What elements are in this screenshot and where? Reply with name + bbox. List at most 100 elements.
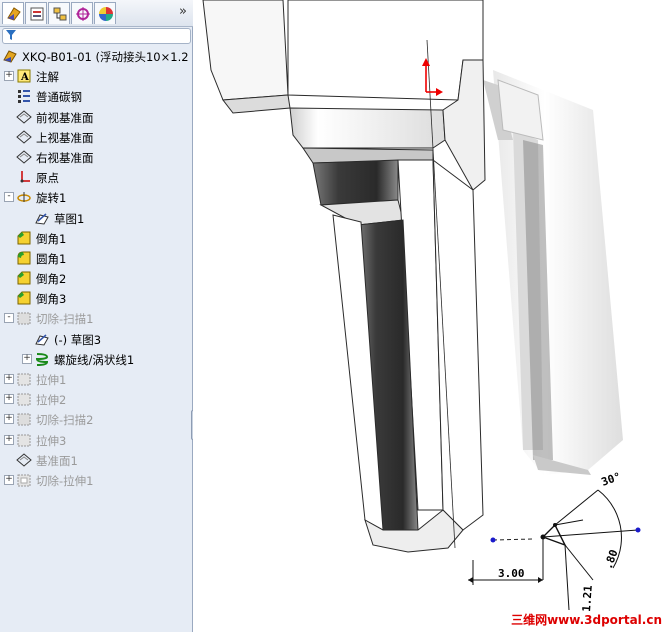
tree-item-label: 前视基准面 xyxy=(36,110,94,125)
tree-item[interactable]: 上视基准面 xyxy=(0,127,192,147)
tree-item[interactable]: - 切除-扫描1 xyxy=(0,308,192,328)
feature-manager-panel: » XKQ-B01-01 (浮动接头10×1.2 + A 注解普通碳钢前视基准面上视基… xyxy=(0,0,201,632)
property-manager-icon xyxy=(30,7,44,21)
chamfer-icon xyxy=(16,270,32,286)
dimension-3-00[interactable]: 3.00 xyxy=(498,567,525,580)
sketch-dimensions: 3.00 1.21 30° .80 xyxy=(468,470,641,612)
annotations-icon: A xyxy=(16,68,32,84)
plane-icon xyxy=(16,149,32,165)
cut-sweep-icon xyxy=(16,310,32,326)
more-tabs-button[interactable]: » xyxy=(179,4,187,19)
tree-item-label: 注解 xyxy=(36,70,59,85)
tree-item-label: 圆角1 xyxy=(36,251,67,266)
dimension-1-21[interactable]: 1.21 xyxy=(580,585,595,613)
expand-button[interactable]: + xyxy=(4,71,14,82)
plane-icon xyxy=(16,452,32,468)
material-icon xyxy=(16,88,32,104)
site-watermark: 三维网www.3dportal.cn xyxy=(511,613,662,627)
tree-item[interactable]: 基准面1 xyxy=(0,450,192,470)
tree-item[interactable]: 倒角3 xyxy=(0,288,192,308)
tree-item-label: 螺旋线/涡状线1 xyxy=(54,352,135,367)
chamfer-icon xyxy=(16,290,32,306)
graphics-viewport[interactable]: 3.00 1.21 30° .80 三维网www.3dportal.cn xyxy=(193,0,668,632)
svg-text:A: A xyxy=(20,72,29,83)
extrude-icon xyxy=(16,371,32,387)
feature-manager-icon xyxy=(7,7,21,21)
configuration-manager-tab[interactable] xyxy=(48,2,70,24)
tree-item-label: 右视基准面 xyxy=(36,150,94,165)
tree-item-label: 倒角1 xyxy=(36,231,67,246)
sketch-icon xyxy=(34,331,50,347)
sketch-icon xyxy=(34,210,50,226)
filter-icon xyxy=(6,30,16,40)
plane-icon xyxy=(16,129,32,145)
expand-button[interactable]: + xyxy=(4,474,14,485)
tree-item-label: (-) 草图3 xyxy=(54,332,102,347)
tree-item[interactable]: 普通碳钢 xyxy=(0,86,192,106)
cut-extrude-icon xyxy=(16,472,32,488)
tree-item[interactable]: + 螺旋线/涡状线1 xyxy=(0,349,192,369)
foreground-part xyxy=(202,0,486,553)
expand-button[interactable]: + xyxy=(4,434,14,445)
display-manager-tab[interactable] xyxy=(94,2,116,24)
chamfer-icon xyxy=(16,230,32,246)
tree-item[interactable]: 草图1 xyxy=(0,208,192,228)
fillet-icon xyxy=(16,250,32,266)
cut-sweep-icon xyxy=(16,411,32,427)
tree-item-label: XKQ-B01-01 (浮动接头10×1.2 xyxy=(22,50,189,64)
feature-manager-tab[interactable] xyxy=(2,2,24,24)
tree-item[interactable]: + 拉伸3 xyxy=(0,430,192,450)
tree-item[interactable]: XKQ-B01-01 (浮动接头10×1.2 xyxy=(0,46,192,66)
tree-item-label: 切除-拉伸1 xyxy=(36,473,94,488)
tree-item-label: 拉伸1 xyxy=(36,373,67,387)
tree-item-label: 基准面1 xyxy=(36,453,78,468)
background-thread-body xyxy=(483,70,623,475)
collapse-button[interactable]: - xyxy=(4,313,14,324)
expand-button[interactable]: + xyxy=(4,374,14,384)
tree-item[interactable]: + 切除-拉伸1 xyxy=(0,470,192,490)
tree-item-label: 倒角2 xyxy=(36,272,67,287)
sketch-point[interactable] xyxy=(490,537,496,543)
extrude-icon xyxy=(16,432,32,448)
expand-button[interactable]: + xyxy=(4,394,14,405)
tree-item[interactable]: 右视基准面 xyxy=(0,147,192,167)
tree-item[interactable]: 前视基准面 xyxy=(0,107,192,127)
expand-button[interactable]: + xyxy=(22,353,32,364)
tree-item-label: 普通碳钢 xyxy=(36,90,82,105)
extrude-icon xyxy=(16,391,32,407)
tree-item-label: 原点 xyxy=(36,171,59,186)
tree-item[interactable]: - 旋转1 xyxy=(0,187,192,207)
tree-filter-input[interactable] xyxy=(2,28,191,44)
dimxpert-tab[interactable] xyxy=(71,2,93,24)
collapse-button[interactable]: - xyxy=(4,192,14,203)
plane-icon xyxy=(16,109,32,125)
tree-item[interactable]: + 切除-扫描2 xyxy=(0,409,192,429)
tree-item[interactable]: + 拉伸1 xyxy=(0,369,192,389)
tree-item[interactable]: + A 注解 xyxy=(0,66,192,86)
property-manager-tab[interactable] xyxy=(25,2,47,24)
tree-item[interactable]: 倒角1 xyxy=(0,228,192,248)
tree-item-label: 旋转1 xyxy=(36,191,67,206)
feature-tree: XKQ-B01-01 (浮动接头10×1.2 + A 注解普通碳钢前视基准面上视基准面… xyxy=(0,46,192,490)
part-icon xyxy=(2,48,18,64)
origin-icon xyxy=(16,169,32,185)
dimxpert-icon xyxy=(76,7,90,21)
tree-item-label: 拉伸3 xyxy=(36,433,67,448)
dimension-0-80[interactable]: .80 xyxy=(602,548,621,571)
tree-item[interactable]: 倒角2 xyxy=(0,268,192,288)
manager-tab-bar: » xyxy=(0,0,193,27)
dimension-30-deg[interactable]: 30° xyxy=(600,470,623,489)
expand-button[interactable]: + xyxy=(4,414,14,425)
sketch-endpoint[interactable] xyxy=(635,527,641,533)
tree-item[interactable]: 圆角1 xyxy=(0,248,192,268)
tree-item-label: 拉伸2 xyxy=(36,393,67,408)
helix-icon xyxy=(34,351,50,367)
revolve-icon xyxy=(16,189,32,205)
display-manager-icon xyxy=(99,7,113,21)
tree-item-label: 草图1 xyxy=(54,211,85,226)
configuration-manager-icon xyxy=(53,7,67,21)
model-render: 3.00 1.21 30° .80 xyxy=(202,0,641,612)
tree-item[interactable]: 原点 xyxy=(0,167,192,187)
tree-item[interactable]: + 拉伸2 xyxy=(0,389,192,409)
tree-item[interactable]: (-) 草图3 xyxy=(0,329,192,349)
